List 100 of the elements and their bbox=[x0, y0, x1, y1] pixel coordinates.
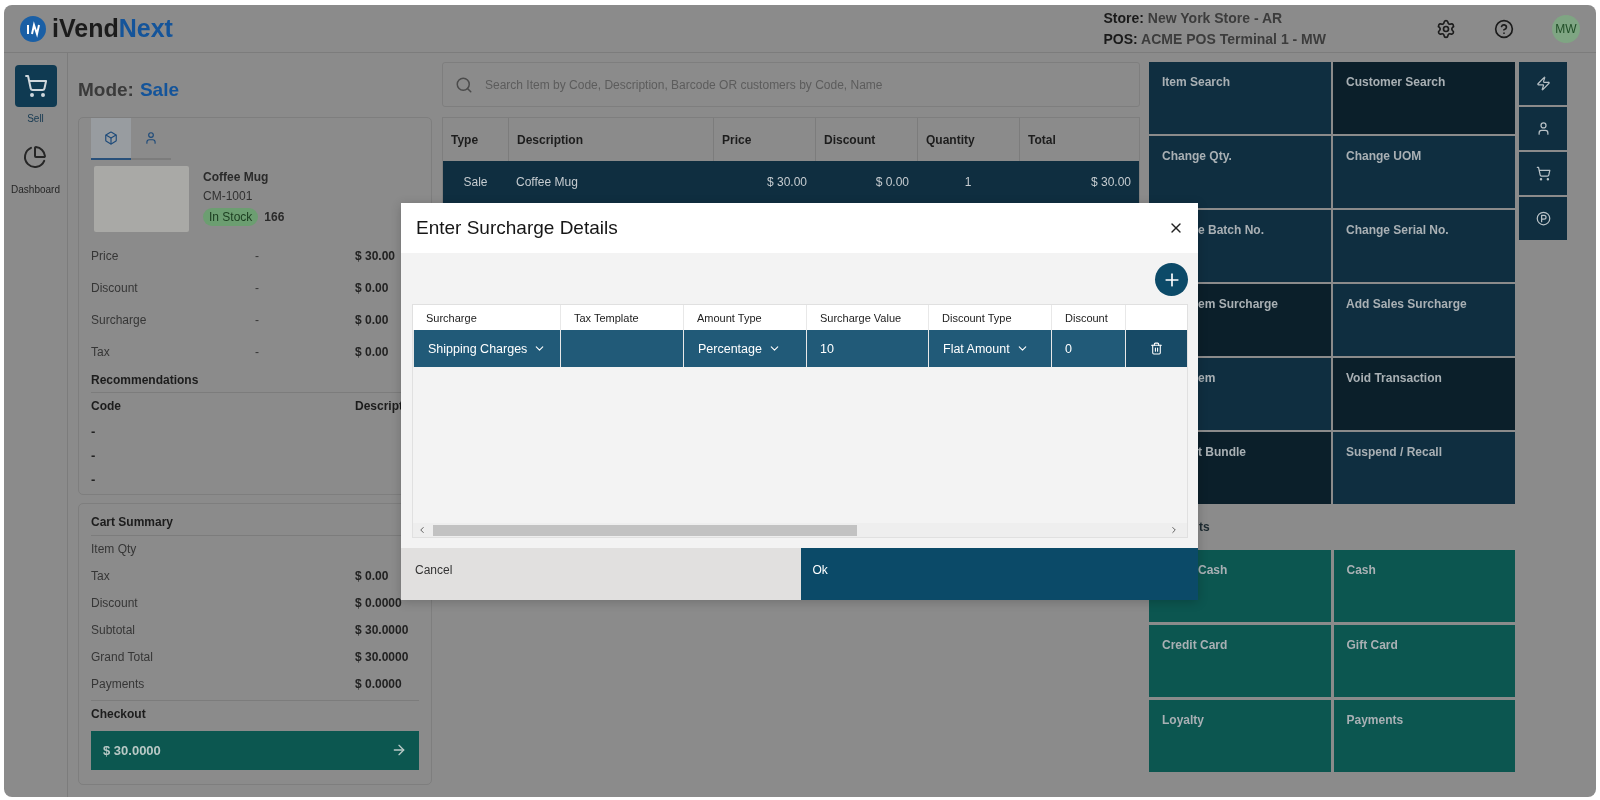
pos-info: POS: ACME POS Terminal 1 - MW bbox=[1103, 31, 1326, 47]
table-cell-text: - bbox=[91, 447, 97, 463]
action-tile[interactable]: Item Search bbox=[1149, 62, 1331, 134]
search-icon bbox=[455, 75, 473, 94]
quick-button[interactable] bbox=[1519, 152, 1567, 195]
detail-value: $ 30.00 bbox=[355, 249, 397, 263]
column-header: Tax Template bbox=[560, 305, 683, 330]
person-icon bbox=[1535, 121, 1551, 136]
trash-icon bbox=[1150, 342, 1163, 355]
detail-label: Surcharge bbox=[91, 313, 148, 327]
quick-button[interactable] bbox=[1519, 107, 1567, 150]
checkout-button[interactable]: $ 30.0000 bbox=[91, 730, 419, 770]
column-header: Discount Type bbox=[928, 305, 1051, 330]
store-info: Store: New York Store - AR bbox=[1103, 10, 1284, 26]
help-icon[interactable] bbox=[1494, 18, 1514, 39]
settings-icon[interactable] bbox=[1436, 18, 1456, 39]
select-field[interactable]: Percentage bbox=[683, 330, 806, 367]
summary-value: $ 30.0000 bbox=[355, 622, 410, 637]
detail-label: Tax bbox=[91, 345, 111, 359]
section-title: ts bbox=[1199, 519, 1210, 536]
table-cell[interactable]: Sale bbox=[443, 161, 508, 203]
cancel-button[interactable]: Cancel bbox=[401, 548, 801, 600]
payment-tile[interactable]: Credit Card bbox=[1149, 625, 1331, 697]
column-header: Code bbox=[91, 399, 122, 413]
detail-label: Discount bbox=[91, 281, 139, 295]
payment-tile[interactable]: Cash bbox=[1333, 550, 1515, 622]
product-name: Coffee Mug bbox=[203, 170, 270, 184]
column-header: Surcharge Value bbox=[806, 305, 928, 330]
letter-p-circle-icon bbox=[1535, 211, 1551, 226]
input-field[interactable] bbox=[560, 330, 683, 367]
summary-value: $ 30.0000 bbox=[355, 649, 410, 664]
lightning-icon bbox=[1535, 76, 1551, 91]
action-tile[interactable]: Change Serial No. bbox=[1333, 210, 1515, 282]
quick-button[interactable] bbox=[1519, 62, 1567, 105]
add-button[interactable] bbox=[1155, 263, 1188, 296]
table-cell[interactable]: $ 30.00 bbox=[1019, 161, 1139, 203]
cart-icon bbox=[1535, 166, 1551, 181]
action-tile[interactable]: Change UOM bbox=[1333, 136, 1515, 208]
dialog-title: Enter Surcharge Details bbox=[416, 217, 618, 239]
section-title: Checkout bbox=[91, 707, 146, 721]
action-tile[interactable]: Suspend / Recall bbox=[1333, 432, 1515, 504]
stock-badge: In Stock bbox=[203, 208, 259, 226]
summary-label: Payments bbox=[91, 676, 146, 691]
input-field[interactable]: 0 bbox=[1051, 330, 1125, 367]
input-field[interactable]: 10 bbox=[806, 330, 928, 367]
summary-label: Grand Total bbox=[91, 649, 154, 664]
table-cell[interactable]: $ 30.00 bbox=[713, 161, 815, 203]
detail-value: $ 0.00 bbox=[355, 345, 390, 359]
horizontal-scrollbar[interactable] bbox=[413, 523, 1187, 537]
summary-label: Tax bbox=[91, 568, 111, 583]
person-icon bbox=[144, 131, 158, 145]
select-field[interactable]: Flat Amount bbox=[928, 330, 1051, 367]
table-cell[interactable]: Coffee Mug bbox=[508, 161, 713, 203]
column-header: Amount Type bbox=[683, 305, 806, 330]
panel-tab[interactable] bbox=[91, 118, 131, 160]
action-tile[interactable]: Add Sales Surcharge bbox=[1333, 284, 1515, 356]
chevron-right-icon[interactable] bbox=[1169, 525, 1179, 535]
logo-text: iVendNext bbox=[52, 14, 173, 43]
summary-value: $ 0.0000 bbox=[355, 676, 403, 691]
table-cell[interactable]: $ 0.00 bbox=[815, 161, 917, 203]
user-avatar[interactable]: MW bbox=[1552, 14, 1580, 43]
table-cell[interactable]: 1 bbox=[917, 161, 1019, 203]
product-code: CM-1001 bbox=[203, 189, 254, 203]
column-header: Discount bbox=[1051, 305, 1125, 330]
payment-tile[interactable]: Gift Card bbox=[1333, 625, 1515, 697]
section-title: Recommendations bbox=[91, 373, 199, 387]
table-cell-text: - bbox=[91, 471, 97, 487]
column-header: Type bbox=[450, 131, 480, 149]
detail-label: Price bbox=[91, 249, 120, 263]
chevron-left-icon[interactable] bbox=[417, 525, 427, 535]
sidebar-item[interactable]: Dashboard bbox=[11, 136, 60, 195]
summary-value: $ 0.00 bbox=[355, 568, 390, 583]
detail-dash: - bbox=[255, 313, 260, 327]
summary-label: Subtotal bbox=[91, 622, 137, 637]
detail-dash: - bbox=[255, 345, 260, 359]
detail-value: $ 0.00 bbox=[355, 281, 390, 295]
payment-tile[interactable]: Payments bbox=[1333, 700, 1515, 772]
select-field[interactable]: Shipping Charges bbox=[413, 330, 560, 367]
detail-dash: - bbox=[255, 281, 260, 295]
cart-icon bbox=[14, 65, 57, 107]
quick-button[interactable] bbox=[1519, 197, 1567, 240]
detail-value: $ 0.00 bbox=[355, 313, 390, 327]
mode-title: Mode: Sale bbox=[78, 77, 181, 102]
stock-quantity: 166 bbox=[264, 210, 285, 224]
payment-tile[interactable]: Loyalty bbox=[1149, 700, 1331, 772]
cube-icon bbox=[104, 131, 118, 145]
summary-label: Discount bbox=[91, 595, 139, 610]
delete-button[interactable] bbox=[1125, 330, 1187, 367]
action-tile[interactable]: Void Transaction bbox=[1333, 358, 1515, 430]
action-tile[interactable]: Change Qty. bbox=[1149, 136, 1331, 208]
summary-label: Item Qty bbox=[91, 542, 138, 556]
ok-button[interactable]: Ok bbox=[800, 548, 1198, 600]
detail-dash: - bbox=[255, 249, 260, 263]
table-cell-text: - bbox=[91, 423, 97, 439]
summary-value: $ 0.0000 bbox=[355, 595, 403, 610]
column-header: Surcharge bbox=[413, 305, 560, 330]
sidebar-item[interactable]: Sell bbox=[14, 65, 57, 124]
logo-icon bbox=[20, 15, 46, 42]
action-tile[interactable]: Customer Search bbox=[1333, 62, 1515, 134]
section-title: Cart Summary bbox=[91, 515, 174, 530]
